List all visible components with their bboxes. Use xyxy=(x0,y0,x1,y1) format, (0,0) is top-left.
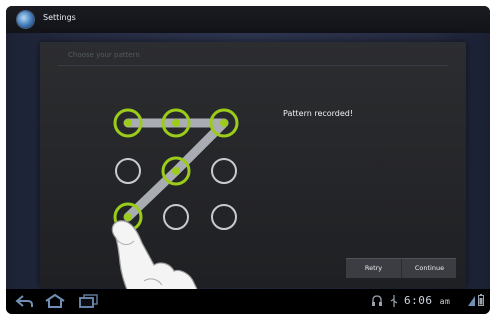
usb-icon[interactable] xyxy=(390,295,398,307)
battery-icon[interactable] xyxy=(478,294,484,306)
status-message: Pattern recorded! xyxy=(283,109,354,118)
pattern-segment xyxy=(171,118,229,176)
pattern-dot[interactable] xyxy=(211,158,237,184)
clock-ampm: am xyxy=(439,297,451,306)
dialog-button-bar: Retry Continue xyxy=(346,258,456,278)
dialog-header: Choose your pattern xyxy=(68,51,140,59)
pattern-dot[interactable] xyxy=(115,158,141,184)
pattern-dot[interactable] xyxy=(161,156,191,186)
clock-time: 6:06 xyxy=(404,294,433,307)
action-bar: Settings xyxy=(6,6,490,33)
app-title: Settings xyxy=(43,13,76,22)
recent-apps-icon[interactable] xyxy=(78,293,100,309)
pattern-dot[interactable] xyxy=(211,204,237,230)
system-bar: 6:06 am xyxy=(6,289,490,314)
wifi-icon[interactable] xyxy=(468,296,475,306)
home-icon[interactable] xyxy=(44,293,66,309)
continue-button[interactable]: Continue xyxy=(401,259,457,278)
settings-icon[interactable] xyxy=(17,11,34,28)
clock[interactable]: 6:06 am xyxy=(404,294,450,307)
headset-icon[interactable] xyxy=(372,295,382,307)
back-icon[interactable] xyxy=(14,293,34,309)
retry-button[interactable]: Retry xyxy=(346,259,401,278)
tablet-screen: Settings Choose your pattern Pattern rec… xyxy=(6,6,490,314)
dialog-divider xyxy=(58,65,448,66)
